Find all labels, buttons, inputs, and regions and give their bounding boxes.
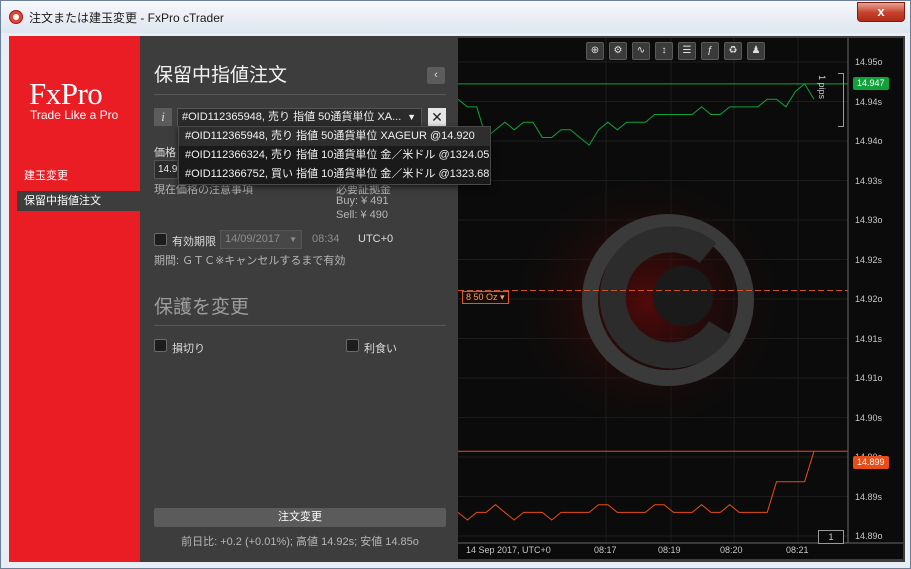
pending-order-tag[interactable]: 8 50 Oz ▾ — [462, 291, 509, 304]
price-chart[interactable]: ⊕ ⚙ ∿ ↕ ☰ ƒ ♻ ♟ 14.95o 14.94s 14.94o 14.93s 14.93o 1… — [458, 38, 903, 559]
order-select[interactable]: #OID112365948, 売り 指値 50通貨単位 XA... ▼ — [177, 108, 422, 127]
price-tick-label: 14.93o — [855, 215, 883, 225]
price-tick-label: 14.89s — [855, 491, 883, 502]
date-dropdown-icon: ▼ — [289, 235, 297, 244]
expiry-date-value: 14/09/2017 — [225, 233, 281, 245]
dropdown-option[interactable]: #OID112366324, 売り 指値 10通貨単位 金／米ドル @1324.… — [179, 146, 490, 165]
period-icon[interactable]: ↕ — [655, 42, 673, 60]
price-tick-label: 14.90s — [855, 412, 883, 423]
take-profit-checkbox[interactable] — [346, 339, 359, 352]
order-form: 保留中指値注文 ‹ i #OID112365948, 売り 指値 50通貨単位 … — [140, 36, 458, 562]
user-icon[interactable]: ♟ — [747, 42, 765, 60]
period-text: 期間: ＧＴＣ※キャンセルするまで有効 — [154, 255, 346, 267]
timezone-label: UTC+0 — [358, 233, 394, 245]
expiry-label: 有効期限 — [172, 236, 216, 248]
side-nav: 建玉変更 保留中指値注文 — [17, 166, 140, 216]
app-window: 注文または建玉変更 - FxPro cTrader x FxPro Trade … — [0, 0, 911, 569]
list-icon[interactable]: ☰ — [678, 42, 696, 60]
window-title: 注文または建玉変更 - FxPro cTrader — [29, 11, 224, 25]
chart-canvas — [458, 38, 903, 544]
title-bar[interactable]: 注文または建玉変更 - FxPro cTrader x — [1, 1, 910, 33]
pips-bracket — [838, 73, 844, 127]
info-icon[interactable]: i — [154, 108, 172, 126]
price-input[interactable]: 14.9 — [154, 160, 178, 179]
time-scroll-indicator[interactable]: 1 — [818, 530, 844, 544]
price-tick-label: 14.92s — [855, 254, 883, 265]
chart-settings-icon[interactable]: ⚙ — [609, 42, 627, 60]
dialog-body: FxPro Trade Like a Pro 建玉変更 保留中指値注文 保留中指… — [9, 36, 905, 562]
order-dropdown-list: #OID112365948, 売り 指値 50通貨単位 XAGEUR @14.9… — [178, 126, 491, 185]
dropdown-arrow-icon: ▼ — [407, 112, 416, 122]
sentiment-icon[interactable]: ƒ — [701, 42, 719, 60]
close-button[interactable]: x — [857, 2, 905, 22]
time-tick-label: 08:21 — [786, 545, 809, 555]
form-title: 保留中指値注文 — [154, 65, 288, 86]
clear-order-button[interactable]: ✕ — [428, 108, 446, 127]
ctrader-app-icon — [9, 10, 23, 24]
brand-panel: FxPro Trade Like a Pro 建玉変更 保留中指値注文 — [9, 36, 140, 562]
divider — [154, 325, 446, 326]
modify-order-button[interactable]: 注文変更 — [154, 508, 446, 527]
bid-price-tag: 14.899 — [853, 456, 889, 469]
price-tick-label: 14.89o — [855, 531, 883, 541]
buy-margin-value: Buy: ¥ 491 — [336, 195, 389, 207]
expiry-checkbox[interactable] — [154, 233, 167, 246]
protection-section-title: 保護を変更 — [154, 297, 250, 318]
line-chart-icon[interactable]: ∿ — [632, 42, 650, 60]
daily-stats: 前日比: +0.2 (+0.01%); 高値 14.92s; 安値 14.85o — [181, 536, 419, 548]
price-tick-label: 14.94o — [855, 136, 883, 146]
expiry-time-input[interactable]: 08:34 — [308, 230, 352, 249]
collapse-chevron-icon[interactable]: ‹ — [427, 67, 445, 84]
time-tick-label: 14 Sep 2017, UTC+0 — [466, 545, 551, 555]
expiry-date-input[interactable]: 14/09/2017 ▼ — [220, 230, 302, 249]
time-tick-label: 08:19 — [658, 545, 681, 555]
bid-series-line — [458, 451, 815, 521]
brand-tagline: Trade Like a Pro — [30, 108, 119, 122]
sell-margin-value: Sell: ¥ 490 — [336, 209, 388, 221]
reload-icon[interactable]: ♻ — [724, 42, 742, 60]
ask-series-line — [458, 83, 815, 146]
price-tick-label: 14.94s — [855, 96, 883, 107]
price-tick-label: 14.92o — [855, 294, 883, 304]
stop-loss-label: 損切り — [172, 343, 205, 355]
dropdown-option[interactable]: #OID112365948, 売り 指値 50通貨単位 XAGEUR @14.9… — [179, 127, 490, 146]
fxpro-logo: FxPro — [29, 76, 103, 111]
time-tick-label: 08:20 — [720, 545, 743, 555]
time-tick-label: 08:17 — [594, 545, 617, 555]
ask-price-tag: 14.947 — [853, 77, 889, 90]
price-tick-label: 14.91o — [855, 373, 883, 383]
chart-toolbar: ⊕ ⚙ ∿ ↕ ☰ ƒ ♻ ♟ — [586, 42, 770, 62]
take-profit-label: 利食い — [364, 343, 397, 355]
stop-loss-checkbox[interactable] — [154, 339, 167, 352]
price-tick-label: 14.95o — [855, 57, 883, 67]
price-tick-label: 14.91s — [855, 333, 883, 344]
dropdown-option[interactable]: #OID112366752, 買い 指値 10通貨単位 金／米ドル @1323.… — [179, 165, 490, 184]
price-label: 価格 — [154, 147, 176, 159]
pips-label: 1 pips — [817, 75, 827, 100]
zoom-in-icon[interactable]: ⊕ — [586, 42, 604, 60]
order-select-value: #OID112365948, 売り 指値 50通貨単位 XA... — [182, 111, 402, 123]
divider — [154, 94, 446, 95]
price-tick-label: 14.93s — [855, 175, 883, 186]
nav-item-modify-position[interactable]: 建玉変更 — [17, 166, 140, 186]
nav-item-pending-limit-order[interactable]: 保留中指値注文 — [17, 191, 140, 211]
